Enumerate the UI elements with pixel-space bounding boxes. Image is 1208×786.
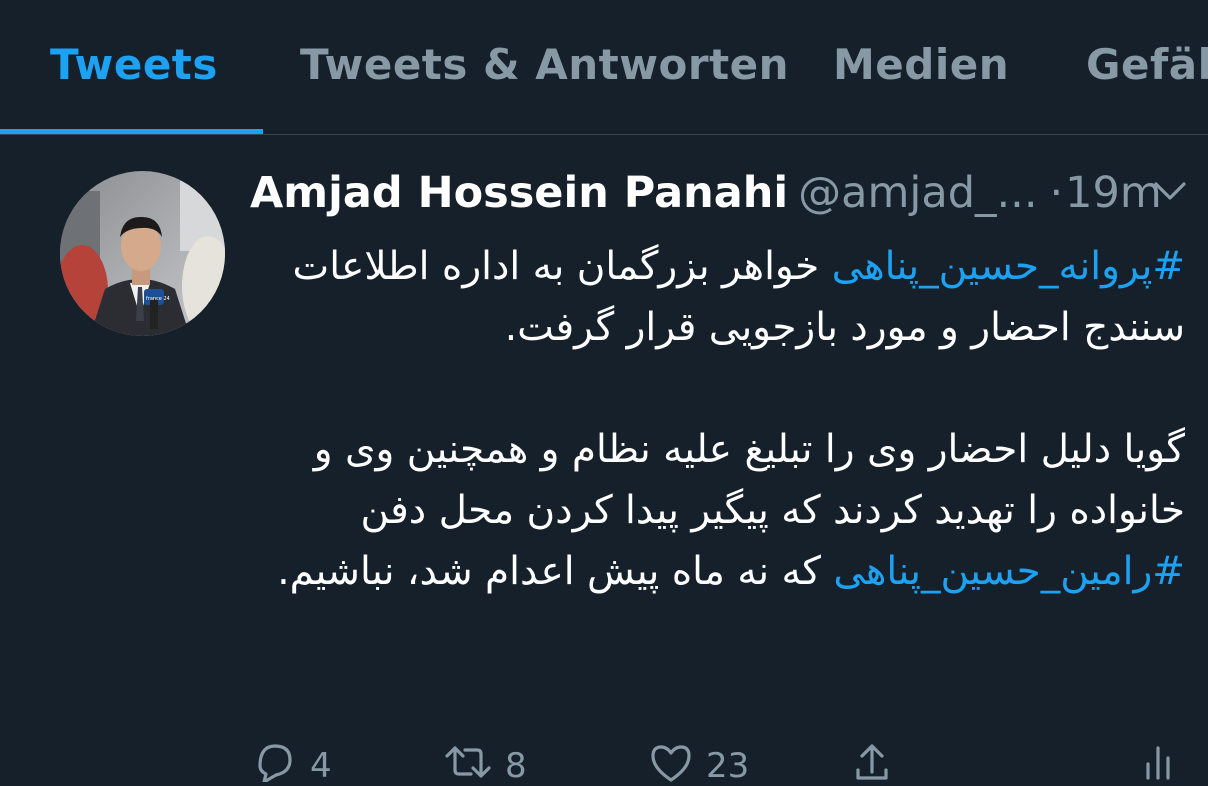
analytics-button[interactable] [1138,742,1178,782]
retweet-button[interactable]: 8 [443,742,527,786]
hashtag-link[interactable]: #پروانه_حسین_پناهی [832,244,1185,289]
avatar-badge-text: france 24 [146,296,170,302]
separator-dot: · [1049,168,1064,218]
author-name[interactable]: Amjad Hossein Panahi [250,168,788,218]
tweet-paragraph: #پروانه_حسین_پناهی خواهر بزرگمان به ادار… [255,236,1185,358]
tweet-text-segment: که نه ماه پیش اعدام شد، نباشیم. [277,549,834,594]
tweet-paragraph: گویا دلیل احضار وی را تبلیغ علیه نظام و … [255,419,1185,602]
profile-tabs: Tweets Tweets & Antworten Medien Gefäl [0,0,1208,135]
author-handle[interactable]: @amjad_... [798,168,1037,218]
tweet-time[interactable]: 19m [1065,168,1162,218]
tweet-text: #پروانه_حسین_پناهی خواهر بزرگمان به ادار… [255,236,1185,602]
tab-media[interactable]: Medien [833,40,1009,89]
tab-tweets[interactable]: Tweets [50,40,218,89]
analytics-icon [1146,746,1170,780]
tab-tweets-and-replies[interactable]: Tweets & Antworten [300,40,789,89]
reply-button[interactable]: 4 [252,742,332,786]
reply-icon [258,744,292,782]
hashtag-link[interactable]: #رامین_حسین_پناهی [833,549,1185,594]
like-count: 23 [706,746,750,786]
tweet-actions: 4 8 23 [0,742,1208,786]
share-icon [856,744,888,780]
reply-count: 4 [310,746,332,786]
tweet-header: Amjad Hossein Panahi @amjad_... ·19m [250,168,1162,218]
retweet-icon [445,746,491,778]
tweet-text-segment: گویا دلیل احضار وی را تبلیغ علیه نظام و … [313,427,1185,533]
avatar[interactable]: france 24 [60,171,225,336]
active-tab-indicator [0,129,263,134]
share-button[interactable] [852,742,892,782]
like-icon [651,745,691,782]
like-button[interactable]: 23 [648,742,749,786]
retweet-count: 8 [505,746,527,786]
tab-likes[interactable]: Gefäl [1086,40,1208,89]
chevron-down-icon[interactable] [1150,176,1190,206]
